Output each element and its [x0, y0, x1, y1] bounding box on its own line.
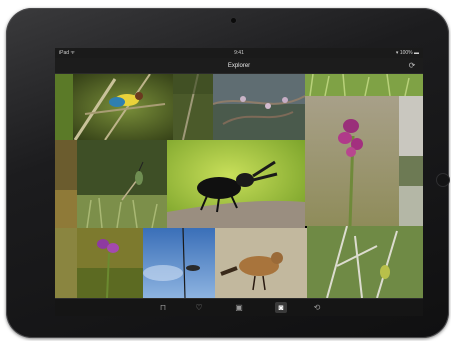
photo-wheatear[interactable]: [215, 228, 307, 298]
tab-albums[interactable]: ▣: [233, 302, 245, 313]
tab-explore[interactable]: ◙: [275, 302, 287, 313]
photo-sky-reed[interactable]: [143, 228, 215, 298]
photo-white-branches[interactable]: [307, 226, 423, 298]
photo-stag-beetle[interactable]: [167, 140, 305, 228]
status-time: 9:41: [234, 50, 244, 56]
photo-pink-orchid-small[interactable]: [77, 228, 143, 298]
photo-sliver-left[interactable]: [55, 140, 77, 228]
photo-grass-strip[interactable]: [305, 74, 423, 96]
screen: iPad ᯤ 9:41 ▾ 100% ▬ Explorer ⟳ ⊓ ♡ ▣ ◙ …: [55, 48, 423, 316]
home-button[interactable]: [436, 173, 450, 187]
photo-sliver-left-bottom[interactable]: [55, 228, 77, 298]
tab-sync[interactable]: ⟲: [311, 302, 323, 313]
status-bar: iPad ᯤ 9:41 ▾ 100% ▬: [55, 48, 423, 58]
refresh-icon[interactable]: ⟳: [407, 61, 417, 71]
explore-icon: ◙: [278, 303, 284, 312]
front-camera: [231, 18, 236, 23]
sync-icon: ⟲: [313, 303, 321, 312]
photo-hazy-woodland[interactable]: [173, 74, 213, 140]
photo-orchid-tall[interactable]: [305, 96, 399, 226]
album-icon: ▣: [235, 303, 243, 312]
library-icon: ⊓: [159, 303, 167, 312]
photo-bee-eater-branch[interactable]: [55, 74, 173, 140]
tab-library[interactable]: ⊓: [157, 302, 169, 313]
heart-icon: ♡: [195, 303, 203, 312]
page-title: Explorer: [227, 63, 251, 69]
battery-indicator: ▾ 100% ▬: [395, 50, 419, 56]
ipad-device: iPad ᯤ 9:41 ▾ 100% ▬ Explorer ⟳ ⊓ ♡ ▣ ◙ …: [6, 8, 450, 338]
photo-blossom-branches[interactable]: [213, 74, 305, 140]
tab-bar: ⊓ ♡ ▣ ◙ ⟲: [55, 298, 423, 316]
tab-favorites[interactable]: ♡: [193, 302, 205, 313]
photo-grid: [55, 74, 423, 298]
photo-hummingbird[interactable]: [77, 140, 167, 228]
navigation-bar: Explorer ⟳: [55, 58, 423, 74]
photo-edge-right[interactable]: [399, 96, 423, 226]
